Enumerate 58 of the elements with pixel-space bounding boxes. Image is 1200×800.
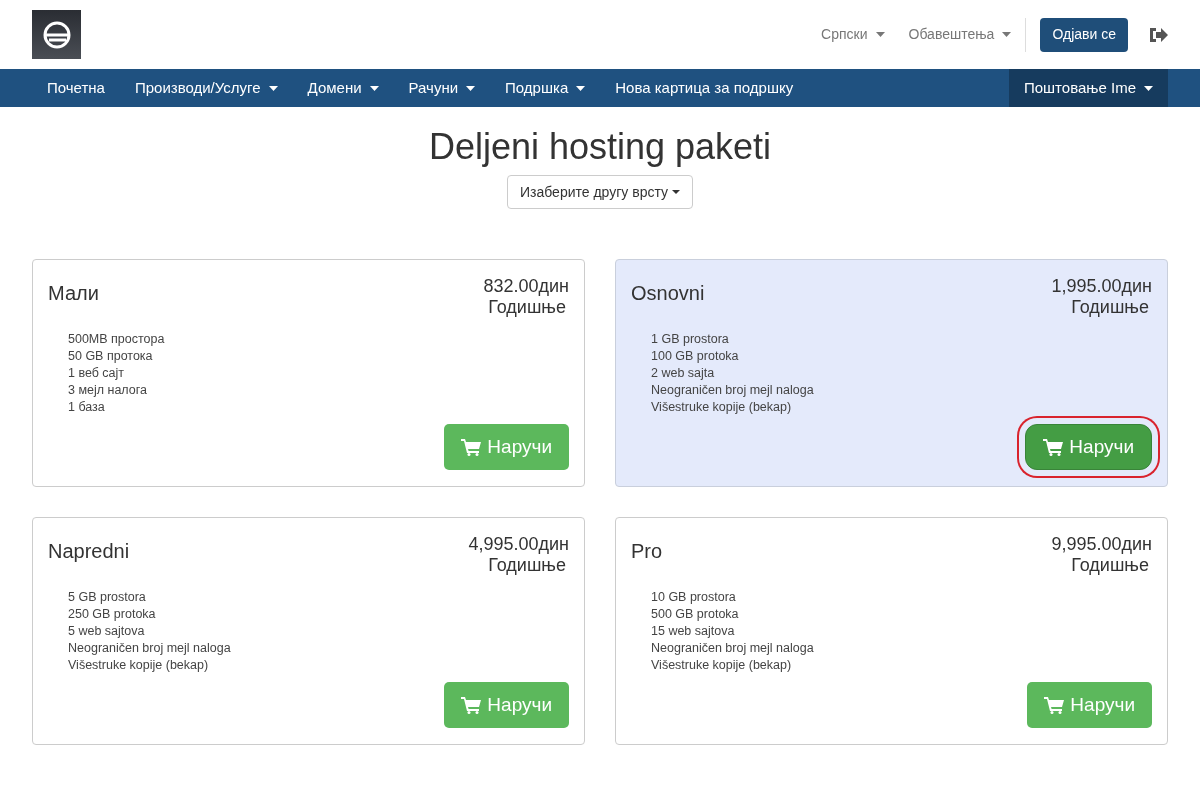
logout-icon[interactable] xyxy=(1148,25,1168,44)
caret-icon xyxy=(576,85,586,91)
package-feature: Neograničen broj mejl naloga xyxy=(68,640,232,657)
package-feature: Neograničen broj mejl naloga xyxy=(651,382,815,399)
category-dropdown[interactable]: Изаберите другу врсту xyxy=(506,175,693,209)
billing-cycle: Годишње xyxy=(1071,555,1149,576)
caret-icon xyxy=(672,190,680,194)
package-feature: 2 web sajta xyxy=(651,365,716,382)
package-feature: 10 GB prostora xyxy=(651,589,737,606)
package-feature: 1 GB prostora xyxy=(651,331,730,348)
package-price: 1,995.00дин xyxy=(1051,276,1152,297)
logout-button[interactable]: Одјави се xyxy=(1040,17,1128,52)
package-feature: Višestruke kopije (bekap) xyxy=(651,657,793,674)
package-feature: 1 база xyxy=(68,399,106,416)
billing-cycle: Годишње xyxy=(488,555,566,576)
package-price: 832.00дин xyxy=(483,276,569,297)
cart-icon xyxy=(461,438,482,456)
billing-cycle: Годишње xyxy=(1071,297,1149,318)
header-link[interactable]: Обавештења xyxy=(908,24,1012,45)
package-feature: 100 GB protoka xyxy=(651,348,740,365)
package-name: Osnovni xyxy=(631,281,705,306)
page-title: Deljeni hosting paketi xyxy=(427,125,773,169)
cart-icon xyxy=(1043,438,1064,456)
package-name: Мали xyxy=(48,281,99,306)
package-feature: Višestruke kopije (bekap) xyxy=(651,399,793,416)
nav-item[interactable]: Нова картица за подршку xyxy=(600,69,809,107)
package-price: 4,995.00дин xyxy=(468,534,569,555)
package-feature: 50 GB протока xyxy=(68,348,154,365)
caret-icon xyxy=(1002,32,1012,37)
package-feature: 500 GB protoka xyxy=(651,606,740,623)
nav-item[interactable]: Производи/Услуге xyxy=(119,69,293,107)
nav-item[interactable]: Домени xyxy=(292,69,394,107)
package-name: Napredni xyxy=(48,539,130,564)
package-feature: 250 GB protoka xyxy=(68,606,157,623)
package-feature: 15 web sajtova xyxy=(651,623,736,640)
caret-icon xyxy=(268,85,278,91)
package-feature: 3 мејл налога xyxy=(68,382,148,399)
billing-cycle: Годишње xyxy=(488,297,566,318)
package-feature: Višestruke kopije (bekap) xyxy=(68,657,210,674)
header-link[interactable]: Српски xyxy=(821,24,885,45)
package-feature: Neograničen broj mejl naloga xyxy=(651,640,815,657)
nav-item[interactable]: Рачуни xyxy=(393,69,491,107)
caret-icon xyxy=(466,85,476,91)
cart-icon xyxy=(461,696,482,714)
logo-icon[interactable] xyxy=(32,10,81,59)
caret-icon xyxy=(369,85,379,91)
nav-item[interactable]: Подршка xyxy=(490,69,601,107)
package-feature: 1 веб сајт xyxy=(68,365,126,382)
caret-icon xyxy=(1144,85,1153,91)
package-name: Pro xyxy=(631,539,663,564)
package-feature: 5 GB prostora xyxy=(68,589,147,606)
cart-icon xyxy=(1044,696,1065,714)
package-feature: 500MB простора xyxy=(68,331,166,348)
caret-icon xyxy=(875,32,885,37)
package-price: 9,995.00дин xyxy=(1051,534,1152,555)
nav-item[interactable]: Почетна xyxy=(32,69,120,107)
account-menu[interactable]: Поштовање Ime xyxy=(1008,69,1168,107)
package-feature: 5 web sajtova xyxy=(68,623,146,640)
